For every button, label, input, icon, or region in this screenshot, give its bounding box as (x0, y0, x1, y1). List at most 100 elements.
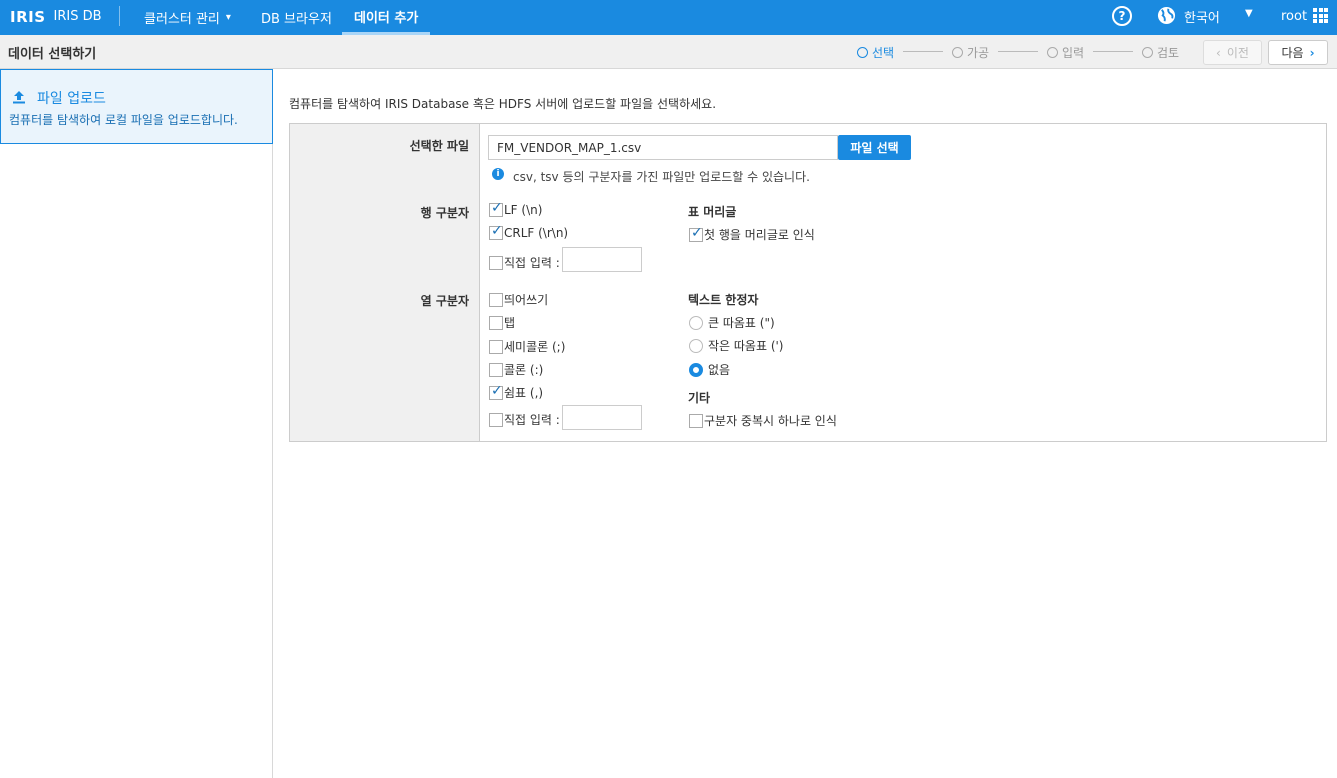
checkbox-label: CRLF (\r\n) (504, 226, 569, 240)
row-delim-lf[interactable]: LF (\n) (489, 200, 543, 217)
row-delim-custom[interactable]: 직접 입력 : (489, 254, 560, 271)
sidebar-item-title: 파일 업로드 (37, 91, 106, 107)
top-bar: IRIS IRIS DB 클러스터 관리 ▾ DB 브라우저 데이터 추가 ? … (0, 0, 1337, 35)
sidebar-item-description: 컴퓨터를 탐색하여 로컬 파일을 업로드합니다. (9, 113, 238, 127)
info-text: csv, tsv 등의 구분자를 가진 파일만 업로드할 수 있습니다. (513, 170, 810, 184)
sidebar-item-file-upload[interactable]: 파일 업로드 컴퓨터를 탐색하여 로컬 파일을 업로드합니다. (0, 69, 273, 144)
prev-button[interactable]: ‹ 이전 (1203, 40, 1262, 65)
checkbox-label: LF (\n) (504, 203, 543, 217)
col-delim-space[interactable]: 띄어쓰기 (489, 291, 548, 308)
merge-delimiters-option[interactable]: 구분자 중복시 하나로 인식 (689, 412, 837, 429)
checkbox[interactable] (489, 412, 503, 427)
step-review: 검토 (1142, 35, 1179, 69)
row-delim-custom-input[interactable] (562, 247, 642, 272)
first-row-header-option[interactable]: 첫 행을 머리글로 인식 (689, 225, 815, 243)
checkbox[interactable] (489, 292, 503, 307)
checkbox[interactable] (489, 223, 503, 240)
checkbox-label: 쉼표 (,) (504, 386, 544, 400)
col-delim-comma[interactable]: 쉼표 (,) (489, 383, 544, 401)
step-circle-icon (1047, 46, 1058, 58)
col-delim-colon[interactable]: 콜론 (:) (489, 361, 543, 378)
text-qualifier-heading: 텍스트 한정자 (688, 293, 759, 307)
sidebar: 파일 업로드 컴퓨터를 탐색하여 로컬 파일을 업로드합니다. (0, 69, 273, 778)
apps-grid-icon[interactable] (1313, 8, 1328, 23)
row-delimiter-label: 행 구분자 (420, 206, 469, 220)
checkbox[interactable] (489, 315, 503, 330)
iris-logo: IRIS (10, 7, 46, 26)
checkbox[interactable] (489, 255, 503, 270)
nav-label: DB 브라우저 (261, 12, 332, 27)
step-connector (1093, 51, 1133, 52)
col-delim-custom[interactable]: 직접 입력 : (489, 411, 560, 428)
product-name: IRIS DB (53, 9, 102, 24)
selected-file-field[interactable]: FM_VENDOR_MAP_1.csv (488, 135, 838, 160)
caret-down-icon[interactable]: ▼ (1245, 8, 1253, 19)
next-label: 다음 (1281, 46, 1304, 60)
divider (119, 6, 120, 26)
checkbox-label: 띄어쓰기 (504, 293, 549, 307)
chevron-left-icon: ‹ (1216, 45, 1221, 60)
radio-button[interactable] (689, 362, 703, 377)
user-menu[interactable]: root (1281, 0, 1307, 33)
checkbox-label: 직접 입력 : (504, 413, 560, 427)
table-header-heading: 표 머리글 (688, 205, 737, 219)
brand[interactable]: IRIS IRIS DB (10, 0, 102, 33)
row-delim-crlf[interactable]: CRLF (\r\n) (489, 223, 569, 240)
checkbox[interactable] (489, 200, 503, 217)
qualifier-double-quote[interactable]: 큰 따옴표 (") (689, 314, 775, 331)
help-icon[interactable]: ? (1112, 6, 1132, 26)
page-title: 데이터 선택하기 (8, 46, 97, 62)
checkbox[interactable] (689, 225, 703, 242)
globe-icon[interactable] (1157, 6, 1176, 25)
col-delim-semicolon[interactable]: 세미콜론 (;) (489, 338, 565, 355)
radio-button[interactable] (689, 338, 703, 353)
radio-button[interactable] (689, 315, 703, 330)
step-label: 가공 (967, 45, 990, 60)
step-circle-icon (857, 46, 868, 58)
checkbox[interactable] (489, 362, 503, 377)
step-connector (903, 51, 943, 52)
column-delimiter-label: 열 구분자 (420, 294, 469, 308)
col-delim-tab[interactable]: 탭 (489, 314, 515, 331)
checkbox[interactable] (689, 413, 703, 428)
nav-db-browser[interactable]: DB 브라우저 (261, 0, 332, 35)
checkbox-label: 구분자 중복시 하나로 인식 (704, 414, 837, 428)
step-connector (998, 51, 1038, 52)
upload-icon (13, 91, 25, 104)
step-circle-icon (952, 46, 963, 58)
info-icon: i (492, 168, 504, 180)
chevron-down-icon: ▾ (225, 12, 231, 23)
intro-text: 컴퓨터를 탐색하여 IRIS Database 혹은 HDFS 서버에 업로드할… (289, 97, 717, 111)
step-circle-icon (1142, 46, 1153, 58)
step-label: 선택 (872, 45, 895, 60)
checkbox-label: 직접 입력 : (504, 256, 560, 270)
chevron-right-icon: › (1309, 45, 1315, 60)
qualifier-single-quote[interactable]: 작은 따옴표 (') (689, 337, 784, 354)
choose-file-button[interactable]: 파일 선택 (838, 135, 911, 160)
checkbox-label: 콜론 (:) (504, 363, 544, 377)
nav-add-data[interactable]: 데이터 추가 (342, 0, 431, 35)
step-input: 입력 (1047, 35, 1084, 69)
col-delim-custom-input[interactable] (562, 405, 642, 430)
radio-label: 작은 따옴표 (') (708, 339, 784, 353)
checkbox-label: 탭 (504, 316, 516, 330)
nav-label: 데이터 추가 (354, 10, 419, 26)
radio-label: 없음 (708, 363, 731, 377)
checkbox-label: 세미콜론 (;) (504, 340, 566, 354)
etc-heading: 기타 (688, 391, 711, 405)
radio-label: 큰 따옴표 (") (708, 316, 775, 330)
next-button[interactable]: 다음 › (1268, 40, 1328, 65)
label-column: 선택한 파일 행 구분자 열 구분자 (290, 124, 480, 441)
step-label: 검토 (1157, 45, 1180, 60)
prev-label: 이전 (1226, 46, 1249, 60)
checkbox-label: 첫 행을 머리글로 인식 (704, 228, 815, 242)
nav-cluster-management[interactable]: 클러스터 관리 ▾ (144, 0, 231, 35)
step-process: 가공 (952, 35, 989, 69)
step-label: 입력 (1062, 45, 1085, 60)
language-selector[interactable]: 한국어 (1184, 0, 1220, 33)
sub-header: 데이터 선택하기 선택 가공 입력 검토 (0, 35, 1337, 69)
selected-file-label: 선택한 파일 (409, 139, 469, 153)
checkbox[interactable] (489, 383, 503, 400)
qualifier-none[interactable]: 없음 (689, 361, 730, 378)
checkbox[interactable] (489, 339, 503, 354)
